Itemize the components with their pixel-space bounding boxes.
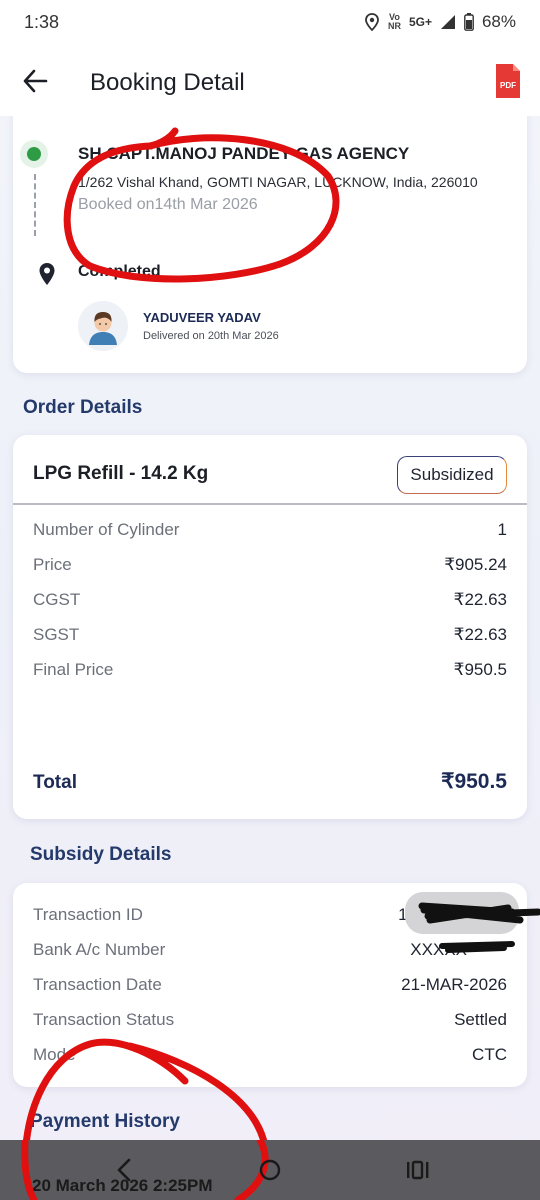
row-label-price: Price xyxy=(33,555,72,574)
row-value-cylinders: 1 xyxy=(497,520,507,539)
delivered-on: Delivered on 20th Mar 2026 xyxy=(143,330,279,342)
row-label-transaction-date: Transaction Date xyxy=(33,975,162,994)
avatar xyxy=(78,301,128,351)
location-pin-icon xyxy=(39,263,55,285)
signal-icon xyxy=(440,15,455,29)
total-value: ₹950.5 xyxy=(441,770,507,793)
delivery-person-name: YADUVEER YADAV xyxy=(143,310,261,325)
subsidy-details-heading: Subsidy Details xyxy=(30,844,172,865)
arrow-left-icon[interactable] xyxy=(22,68,48,94)
nav-home-button[interactable] xyxy=(255,1155,285,1185)
row-label-sgst: SGST xyxy=(33,625,80,644)
booked-on: Booked on14th Mar 2026 xyxy=(78,196,258,213)
divider xyxy=(13,503,527,505)
row-label-final-price: Final Price xyxy=(33,660,114,679)
total-label: Total xyxy=(33,772,77,793)
status-bar: 1:38 Vo NR 5G+ 68% xyxy=(0,0,540,46)
delivery-person-icon xyxy=(78,301,128,351)
row-label-cylinders: Number of Cylinder xyxy=(33,520,180,539)
pdf-label: PDF xyxy=(500,81,516,90)
row-value-transaction-status: Settled xyxy=(454,1010,507,1029)
location-icon xyxy=(365,13,379,31)
status-badge: Subsidized xyxy=(397,456,507,494)
product-name: LPG Refill - 14.2 Kg xyxy=(33,463,209,484)
row-value-transaction-date: 21-MAR-2026 xyxy=(401,975,507,994)
row-value-sgst: ₹22.63 xyxy=(453,625,507,644)
redaction-scribble xyxy=(405,892,540,953)
row-value-cgst: ₹22.63 xyxy=(453,590,507,609)
row-value-final-price: ₹950.5 xyxy=(453,660,507,679)
battery-percent: 68% xyxy=(481,12,516,31)
network-type: 5G+ xyxy=(408,15,432,29)
order-details-card: LPG Refill - 14.2 Kg Subsidized Number o… xyxy=(13,435,527,819)
row-label-bank-account: Bank A/c Number xyxy=(33,940,166,959)
booking-status: Completed xyxy=(78,263,161,280)
battery-icon xyxy=(464,13,474,31)
nav-recents-button[interactable] xyxy=(403,1155,433,1185)
row-label-mode: Mode xyxy=(33,1045,76,1064)
row-value-mode: CTC xyxy=(472,1045,507,1064)
status-icons: Vo NR 5G+ 68% xyxy=(364,12,516,32)
row-label-cgst: CGST xyxy=(33,590,81,609)
page-title: Booking Detail xyxy=(90,69,245,96)
network-indicator: Vo NR xyxy=(387,12,401,31)
row-label-transaction-id: Transaction ID xyxy=(33,905,143,924)
nav-back-button[interactable] xyxy=(110,1155,140,1185)
agency-dot-inner xyxy=(27,147,41,161)
row-value-price: ₹905.24 xyxy=(444,555,507,574)
timeline-connector xyxy=(34,174,36,236)
pdf-download-button[interactable]: PDF xyxy=(494,62,522,100)
payment-history-heading: Payment History xyxy=(30,1111,180,1132)
status-time: 1:38 xyxy=(24,12,60,32)
agency-name: SH.CAPT.MANOJ PANDEY GAS AGENCY xyxy=(78,144,410,163)
order-details-heading: Order Details xyxy=(23,397,143,418)
agency-address: 1/262 Vishal Khand, GOMTI NAGAR, LUCKNOW… xyxy=(78,174,478,190)
booking-detail-content[interactable]: SH.CAPT.MANOJ PANDEY GAS AGENCY 1/262 Vi… xyxy=(0,116,540,1140)
app-bar: Booking Detail PDF xyxy=(0,46,540,116)
row-label-transaction-status: Transaction Status xyxy=(33,1010,175,1029)
